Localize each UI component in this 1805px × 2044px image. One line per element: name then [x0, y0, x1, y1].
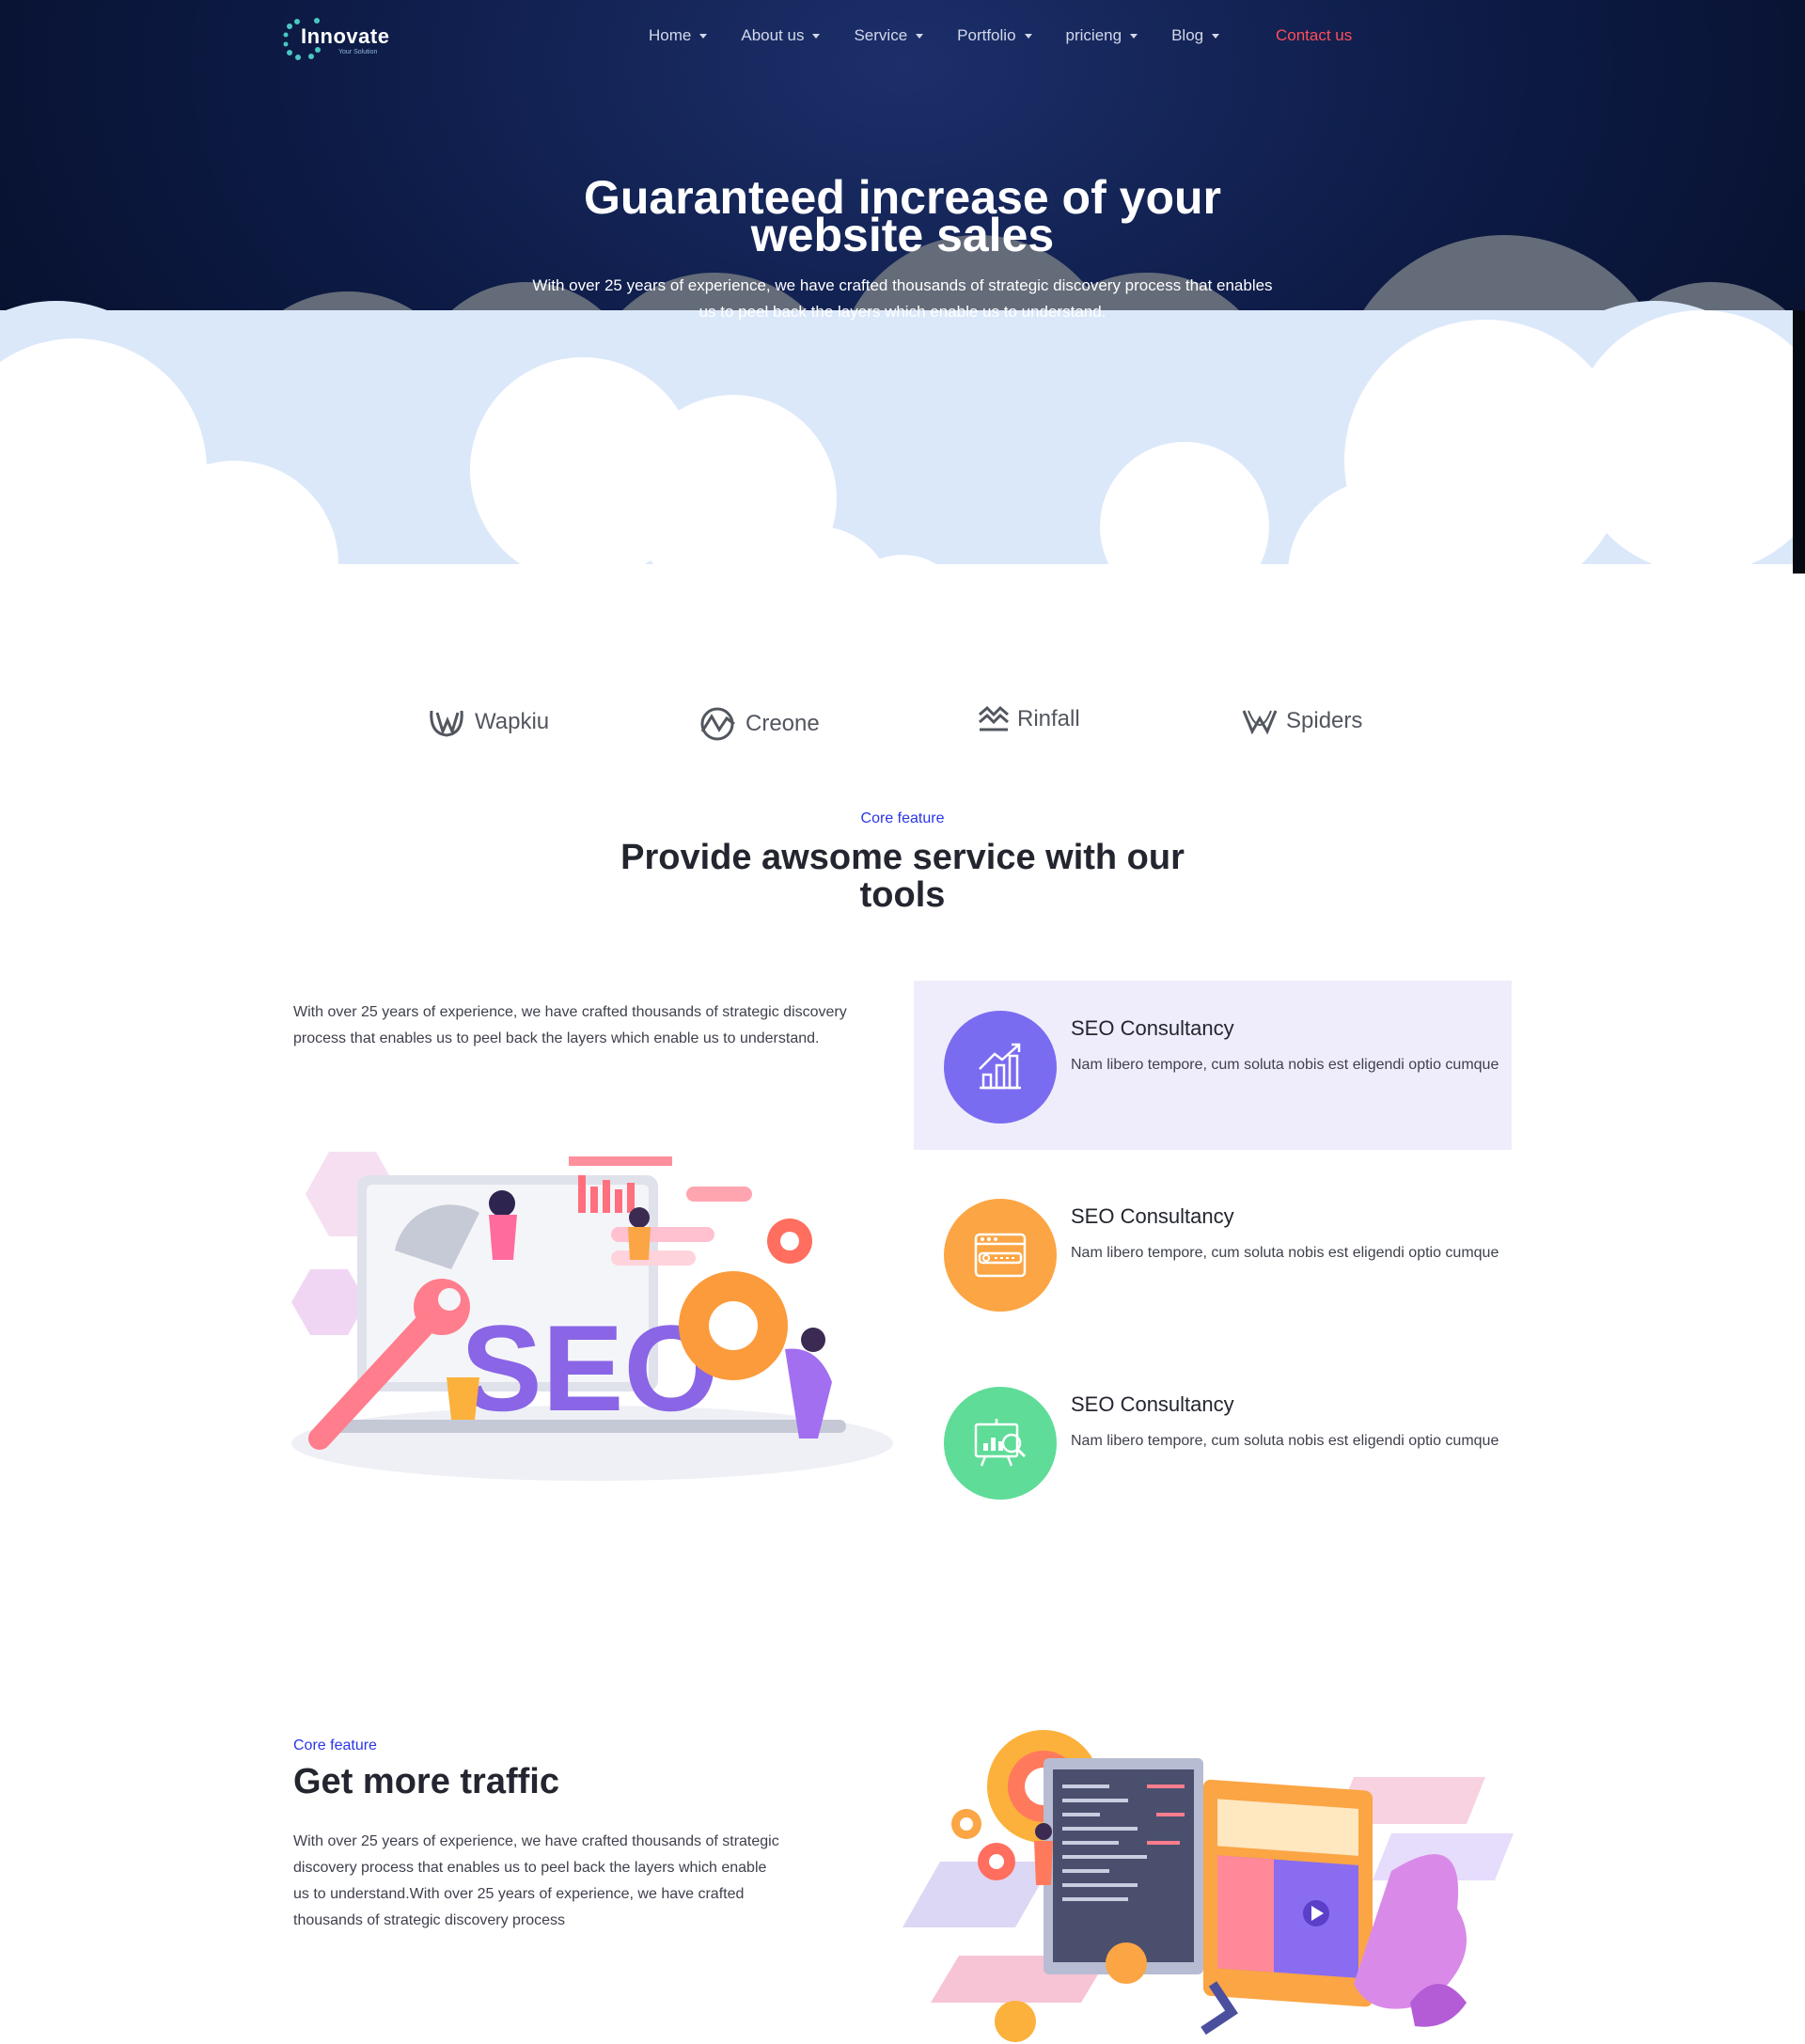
- hero-subtitle-line2: us to peel back the layers which enable …: [698, 303, 1107, 321]
- brand-creone[interactable]: Creone: [698, 705, 820, 743]
- creone-icon: [700, 707, 735, 741]
- logo-tagline: Your Solution: [338, 49, 378, 55]
- hero-subtitle-line1: With over 25 years of experience, we hav…: [532, 276, 1273, 294]
- hero-title: Guaranteed increase of your website sale…: [526, 174, 1279, 259]
- feature-title: SEO Consultancy: [1071, 1016, 1234, 1040]
- caret-down-icon: [1130, 33, 1138, 39]
- caret-down-icon: [916, 33, 924, 39]
- feature-title: SEO Consultancy: [1071, 1204, 1234, 1228]
- feature-description: Nam libero tempore, cum soluta nobis est…: [1071, 1245, 1499, 1261]
- analytics-magnifier-icon: [974, 1419, 1027, 1467]
- growth-chart-icon: [979, 1043, 1021, 1090]
- feature-title: SEO Consultancy: [1071, 1392, 1234, 1416]
- traffic-eyebrow: Core feature: [293, 1737, 377, 1753]
- caret-down-icon: [812, 33, 821, 39]
- feature-card-2[interactable]: SEO Consultancy Nam libero tempore, cum …: [914, 1169, 1512, 1338]
- feature-icon-circle: [944, 1011, 1057, 1124]
- browser-search-icon: [974, 1233, 1027, 1278]
- feature-icon-circle: [944, 1199, 1057, 1312]
- wapkiu-icon: [430, 710, 463, 737]
- brand-name: Creone: [746, 711, 820, 736]
- brand-name: Spiders: [1286, 708, 1363, 733]
- contact-link[interactable]: Contact us: [1276, 26, 1352, 45]
- hero-title-line2: website sales: [750, 209, 1055, 261]
- feature-description: Nam libero tempore, cum soluta nobis est…: [1071, 1057, 1499, 1073]
- brand-logos: Wapkiu Creone Rinfall Spiders: [423, 705, 1382, 752]
- rinfall-icon: [979, 705, 1009, 731]
- caret-down-icon: [1024, 33, 1032, 39]
- nav-item-label: Portfolio: [957, 26, 1016, 44]
- section-description: With over 25 years of experience, we hav…: [293, 1004, 847, 1046]
- nav-item-home[interactable]: Home: [649, 26, 708, 45]
- caret-down-icon: [1212, 33, 1220, 39]
- brand-name: Rinfall: [1017, 706, 1080, 731]
- section-title-line2: tools: [859, 875, 946, 915]
- nav-item-label: pricieng: [1065, 26, 1122, 44]
- nav-menu: Home About us Service Portfolio pricieng…: [649, 26, 1253, 45]
- feature-card-3[interactable]: SEO Consultancy Nam libero tempore, cum …: [914, 1357, 1512, 1526]
- brand-spiders[interactable]: Spiders: [1241, 705, 1362, 737]
- feature-card-1[interactable]: SEO Consultancy Nam libero tempore, cum …: [914, 981, 1512, 1150]
- logo-text: Innovate: [301, 24, 390, 48]
- logo[interactable]: Innovate Your Solution: [282, 17, 395, 73]
- nav-item-label: About us: [741, 26, 805, 44]
- hero-subtitle: With over 25 years of experience, we hav…: [503, 273, 1302, 325]
- nav-item-label: Service: [854, 26, 908, 44]
- section-eyebrow: Core feature: [860, 810, 945, 826]
- feature-description: Nam libero tempore, cum soluta nobis est…: [1071, 1433, 1499, 1449]
- feature-icon-circle: [944, 1387, 1057, 1500]
- nav-item-label: Blog: [1171, 26, 1204, 44]
- brand-wapkiu[interactable]: Wapkiu: [428, 705, 549, 739]
- section-title-line1: Provide awsome service with our: [620, 838, 1185, 877]
- nav-item-label: Home: [649, 26, 692, 44]
- caret-down-icon: [699, 33, 708, 39]
- logo-dots-icon: [283, 19, 301, 60]
- nav-item-portfolio[interactable]: Portfolio: [957, 26, 1032, 45]
- nav-item-pricing[interactable]: pricieng: [1066, 26, 1138, 45]
- main-nav: Innovate Your Solution Home About us Ser…: [282, 17, 1410, 60]
- hero-section: Innovate Your Solution Home About us Ser…: [0, 0, 1805, 639]
- brand-rinfall[interactable]: Rinfall: [978, 705, 1080, 733]
- traffic-illustration: [902, 1730, 1514, 2042]
- traffic-title: Get more traffic: [293, 1762, 559, 1801]
- nav-item-service[interactable]: Service: [854, 26, 924, 45]
- section-title: Provide awsome service with our tools: [573, 839, 1232, 914]
- traffic-description: With over 25 years of experience, we hav…: [293, 1833, 779, 1928]
- spiders-icon: [1242, 710, 1278, 735]
- brand-name: Wapkiu: [475, 709, 550, 734]
- seo-illustration: SEO: [291, 1152, 893, 1481]
- nav-item-about[interactable]: About us: [741, 26, 821, 45]
- scrollbar[interactable]: [1793, 310, 1805, 574]
- nav-item-blog[interactable]: Blog: [1171, 26, 1220, 45]
